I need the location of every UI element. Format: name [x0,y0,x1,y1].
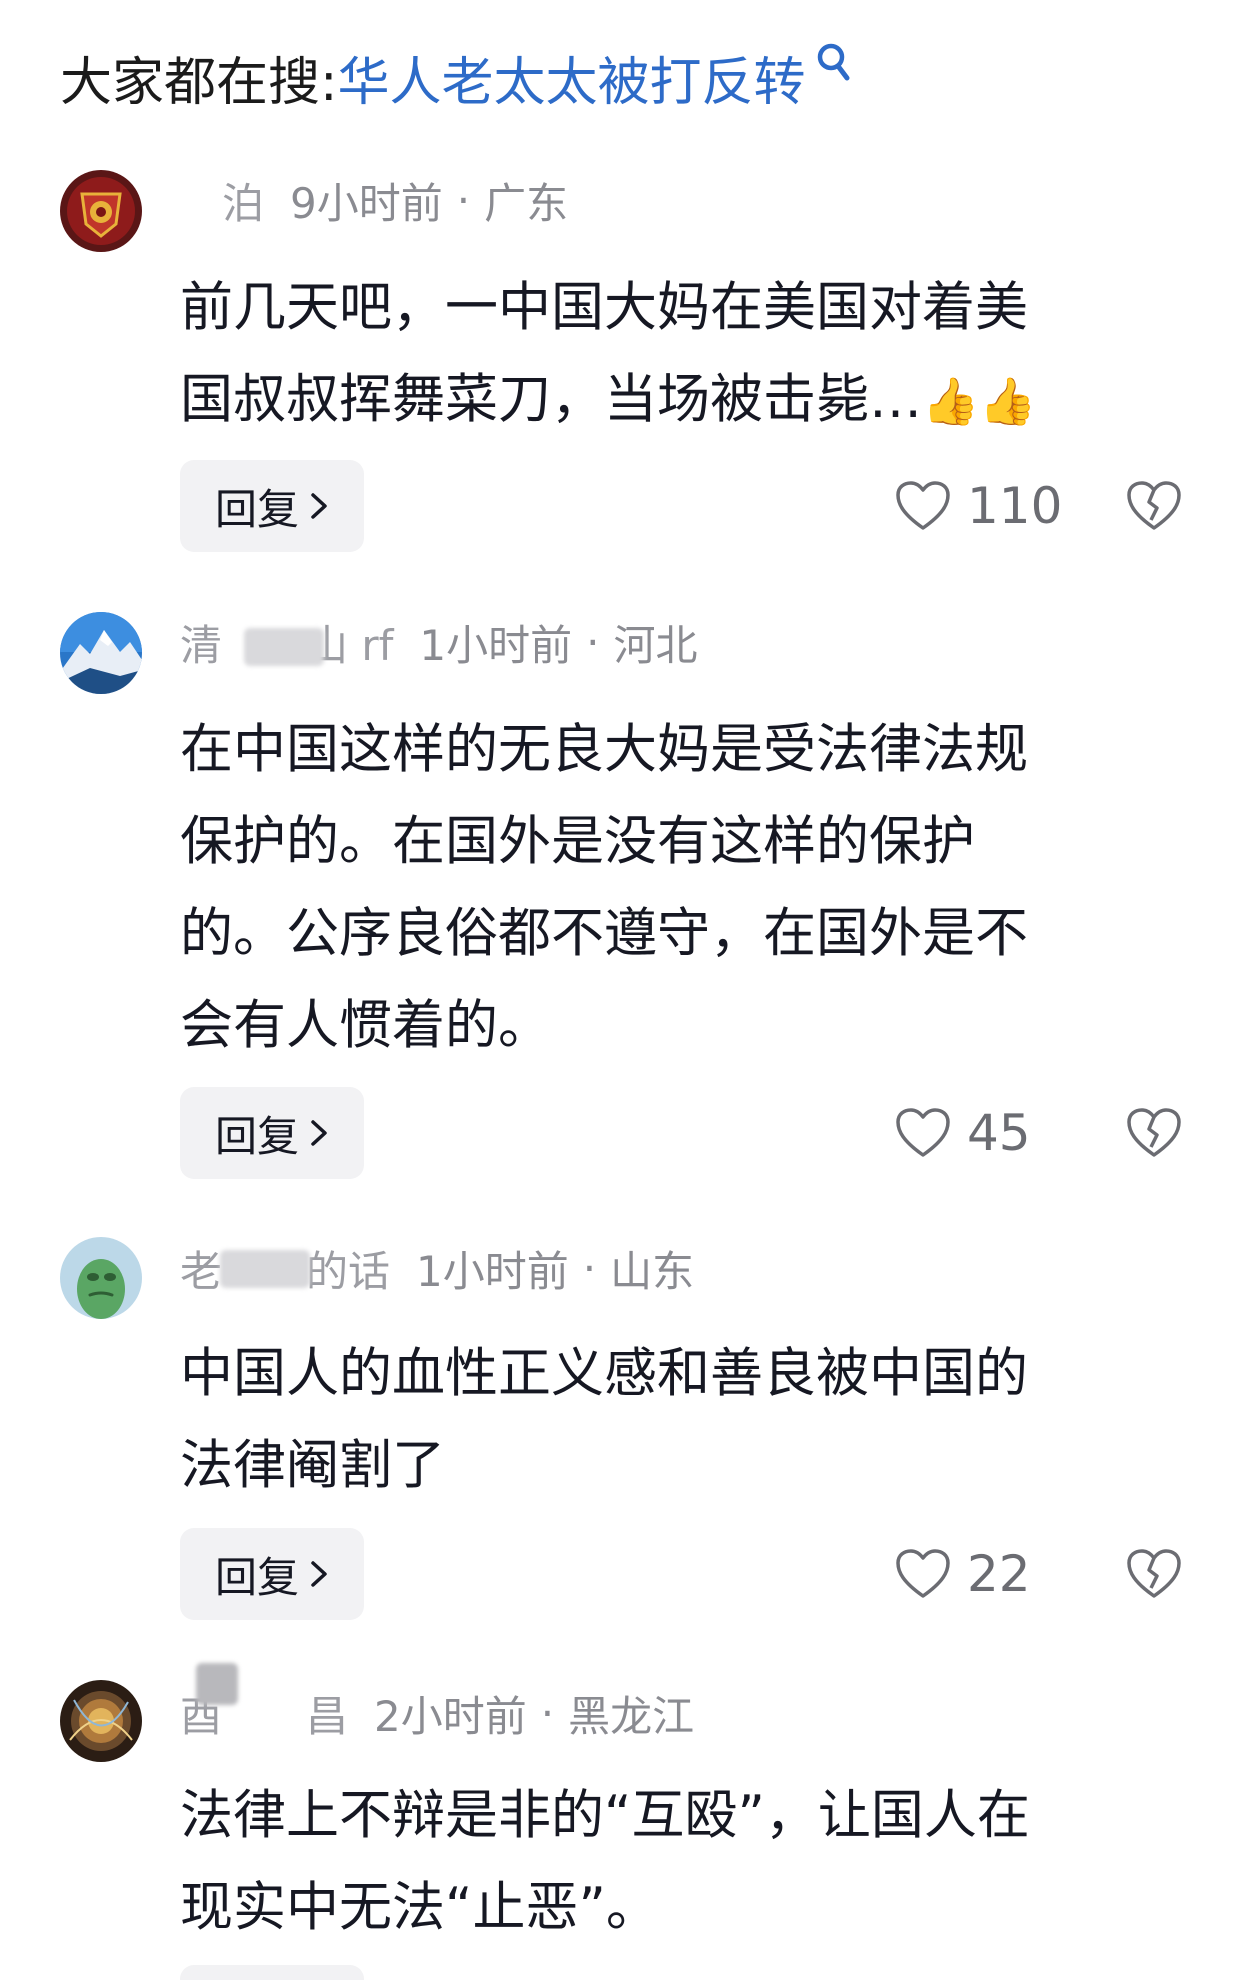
blurred-name-mask [244,627,324,666]
avatar[interactable] [60,1237,142,1319]
heart-icon [896,481,950,530]
comment-line: 现实中无法“止恶”。 [180,1877,659,1938]
comment-time: 1小时前 [416,1246,569,1296]
avatar-image [60,1237,142,1319]
search-query-link[interactable]: 华人老太太被打反转 [338,57,806,109]
chevron-right-icon [311,493,327,519]
username[interactable]: 酉 昌 [180,1662,348,1744]
separator-dot: · [582,1243,597,1293]
avatar[interactable] [60,1680,142,1762]
comment-line: 的。公序良俗都不遵守，在国外是不 [180,903,1028,964]
comment-time: 2小时前 [374,1691,527,1741]
comment-line: 会有人惯着的。 [180,995,551,1056]
comment-location: 山东 [610,1246,695,1296]
comment-line: 中国人的血性正义感和善良被中国的 [180,1343,1028,1404]
comment-text: 在中国这样的无良大妈是受法律法规 保护的。在国外是没有这样的保护 的。公序良俗都… [180,704,1160,1072]
comment-line: 法律上不辩是非的“互殴”，让国人在 [180,1785,1030,1846]
dislike-broken-heart-icon[interactable] [1126,480,1182,532]
comment-meta: 酉 昌 2小时前 · 黑龙江 [180,1662,695,1744]
like-count: 22 [967,1545,1031,1603]
separator-dot: · [540,1688,555,1738]
dislike-broken-heart-icon[interactable] [1126,1548,1182,1600]
comment-line: 保护的。在国外是没有这样的保护 [180,811,975,872]
comment-line: 国叔叔挥舞菜刀，当场被击毙…👍👍 [180,354,1160,446]
avatar-image [60,612,142,694]
chevron-right-icon [311,1120,327,1146]
username[interactable]: 泊 [180,170,264,231]
avatar-image [60,1680,142,1762]
like-button[interactable]: 110 [895,460,1062,552]
comment-meta: 泊 9小时前 · 广东 [180,172,568,228]
comment-location: 河北 [613,620,698,670]
comment-time: 9小时前 [290,178,443,228]
like-button[interactable]: 22 [895,1528,1031,1620]
heart-icon [896,1108,950,1157]
comment-text: 中国人的血性正义感和善良被中国的 法律阉割了 [180,1328,1160,1512]
comment-location: 黑龙江 [568,1691,695,1741]
comment-line-text: 国叔叔挥舞菜刀，当场被击毙… [180,369,922,430]
comment-location: 广东 [484,178,569,228]
avatar[interactable] [60,170,142,252]
comment-text: 法律上不辩是非的“互殴”，让国人在 现实中无法“止恶”。 [180,1770,1160,1954]
comment-meta: 清 山 rf 1小时前 · 河北 [180,614,698,670]
search-prefix: 大家都在搜: [60,53,338,113]
separator-dot: · [586,617,600,667]
dislike-broken-heart-icon[interactable] [1126,1107,1182,1159]
reply-button[interactable]: 回复 [180,1528,364,1620]
reply-button[interactable]: 回复 [180,1087,364,1179]
reply-label: 回复 [214,1552,299,1602]
blurred-name-mask [196,1662,238,1705]
username[interactable]: 清 山 rf [180,612,393,673]
comment-text: 前几天吧，一中国大妈在美国对着美 国叔叔挥舞菜刀，当场被击毙…👍👍 [180,262,1160,446]
thumbs-up-emoji: 👍👍 [922,374,1037,428]
comment-line: 在中国这样的无良大妈是受法律法规 [180,719,1028,780]
like-button[interactable]: 45 [895,1087,1031,1179]
search-icon[interactable] [814,42,852,86]
reply-button[interactable]: 回复 [180,1965,364,1980]
chevron-right-icon [311,1561,327,1587]
avatar-image [60,170,142,252]
comment-time: 1小时前 [419,620,573,670]
heart-icon [896,1549,950,1598]
avatar[interactable] [60,612,142,694]
username[interactable]: 老 的话 [180,1238,390,1299]
search-suggestion[interactable]: 大家都在搜: 华人老太太被打反转 [60,43,852,118]
separator-dot: · [456,175,471,225]
like-count: 110 [967,477,1063,535]
comment-line: 法律阉割了 [180,1435,445,1496]
reply-label: 回复 [214,484,299,534]
blurred-name-mask [220,1249,310,1288]
reply-button[interactable]: 回复 [180,460,364,552]
reply-label: 回复 [214,1111,299,1161]
comments-page: 大家都在搜: 华人老太太被打反转 泊 9小时前 · 广东 前几天吧，一中国大妈在… [0,0,1242,1980]
comment-meta: 老 的话 1小时前 · 山东 [180,1240,694,1296]
like-count: 45 [967,1104,1031,1162]
comment-line: 前几天吧，一中国大妈在美国对着美 [180,277,1028,338]
